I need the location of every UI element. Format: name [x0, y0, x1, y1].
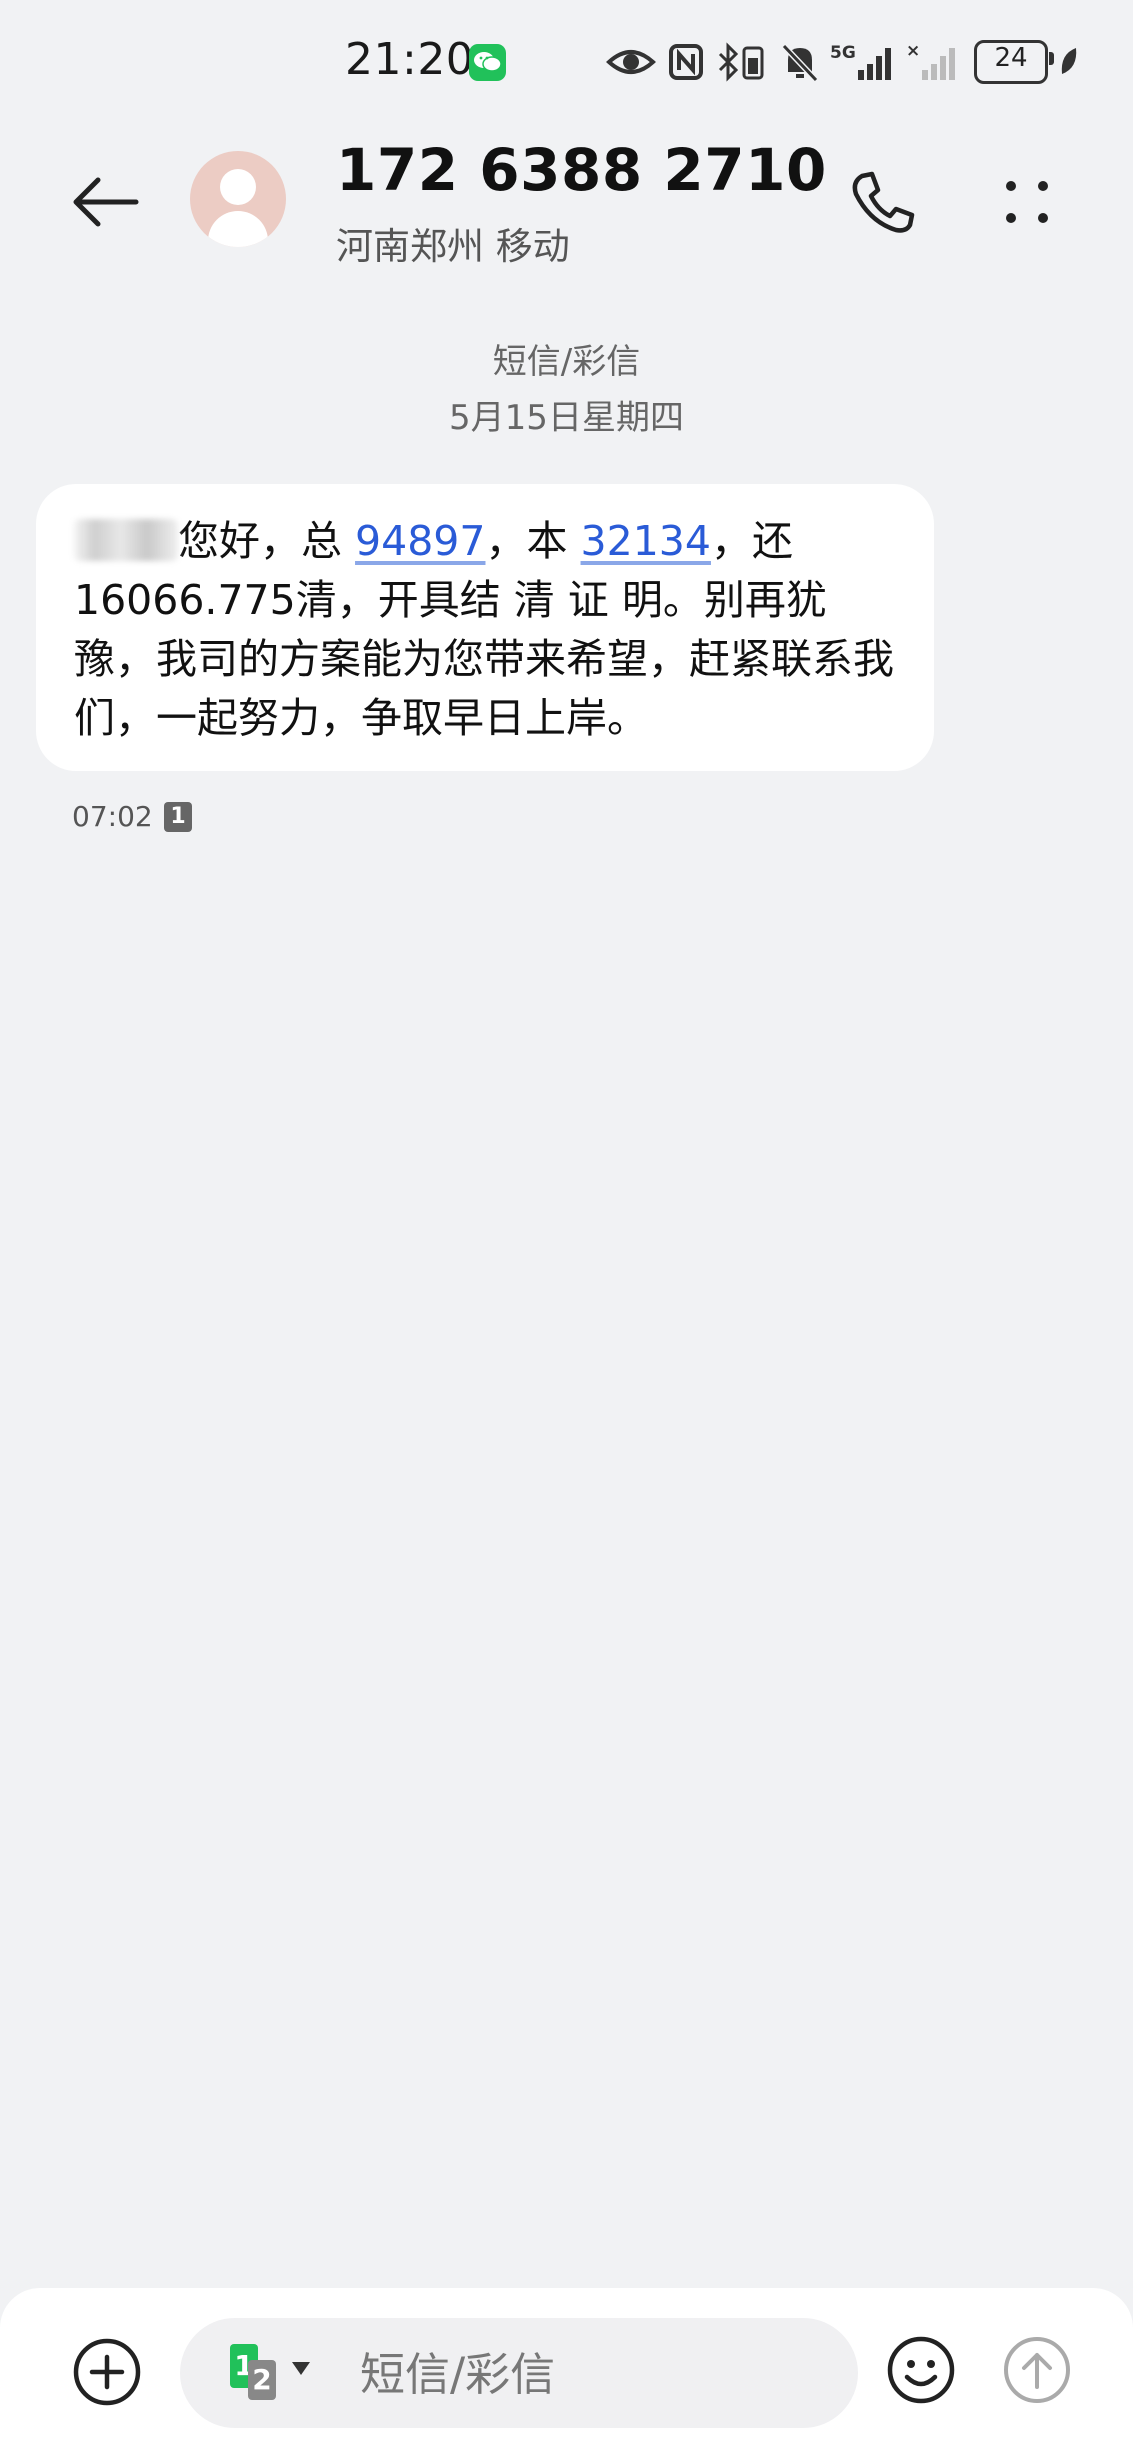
svg-text:×: × — [906, 41, 920, 61]
more-dots-icon — [1006, 181, 1048, 223]
status-bar: 21:20 5G × 24 — [0, 0, 1133, 130]
more-options-button[interactable] — [985, 160, 1069, 244]
date-separator: 5月15日星期四 — [449, 398, 684, 438]
contact-phone-number[interactable]: 172 6388 2710 — [336, 136, 827, 204]
bluetooth-battery-icon — [716, 40, 768, 84]
message-timestamp: 07:02 — [72, 800, 153, 833]
emoji-icon — [887, 2336, 955, 2404]
dropdown-caret-icon — [292, 2362, 310, 2375]
phone-icon — [852, 171, 915, 233]
signal-5g-icon: 5G — [828, 40, 898, 84]
redacted-name — [74, 519, 178, 561]
sim-2-badge: 2 — [248, 2360, 276, 2400]
call-button[interactable] — [840, 160, 924, 244]
add-attachment-button[interactable] — [70, 2335, 144, 2409]
eye-icon — [606, 40, 656, 84]
message-input[interactable] — [360, 2344, 830, 2404]
send-arrow-icon — [1004, 2337, 1070, 2403]
message-number-link[interactable]: 32134 — [581, 517, 711, 565]
conversation-header: 172 6388 2710 河南郑州 移动 — [0, 130, 1133, 300]
avatar[interactable] — [190, 151, 286, 247]
message-text-part: ，本 — [485, 517, 581, 565]
wechat-icon — [469, 44, 506, 81]
emoji-button[interactable] — [884, 2333, 958, 2407]
status-icons: 5G × 24 — [606, 40, 1126, 84]
leaf-icon — [1058, 40, 1080, 84]
message-number-link[interactable]: 94897 — [355, 517, 485, 565]
contact-location: 河南郑州 移动 — [336, 225, 570, 268]
message-text-part: 您好，总 — [178, 517, 356, 565]
signal-sim2-icon: × — [904, 40, 960, 84]
add-icon — [73, 2338, 141, 2406]
battery-icon: 24 — [974, 40, 1054, 84]
svg-text:5G: 5G — [830, 43, 856, 63]
status-time: 21:20 — [345, 34, 475, 85]
avatar-icon — [220, 169, 256, 205]
compose-bar: 1 2 — [0, 2288, 1133, 2453]
channel-label: 短信/彩信 — [492, 342, 641, 382]
sim-badge: 1 — [164, 802, 192, 832]
sim-selector[interactable]: 1 2 — [230, 2344, 320, 2404]
send-button[interactable] — [1000, 2333, 1074, 2407]
mute-bell-icon — [780, 40, 820, 84]
nfc-icon — [668, 40, 704, 84]
back-button[interactable] — [64, 160, 148, 244]
back-arrow-icon — [73, 177, 139, 227]
message-bubble[interactable]: 您好，总 94897，本 32134，还 16066.775清，开具结 清 证 … — [36, 484, 934, 771]
message-input-container: 1 2 — [180, 2318, 858, 2428]
